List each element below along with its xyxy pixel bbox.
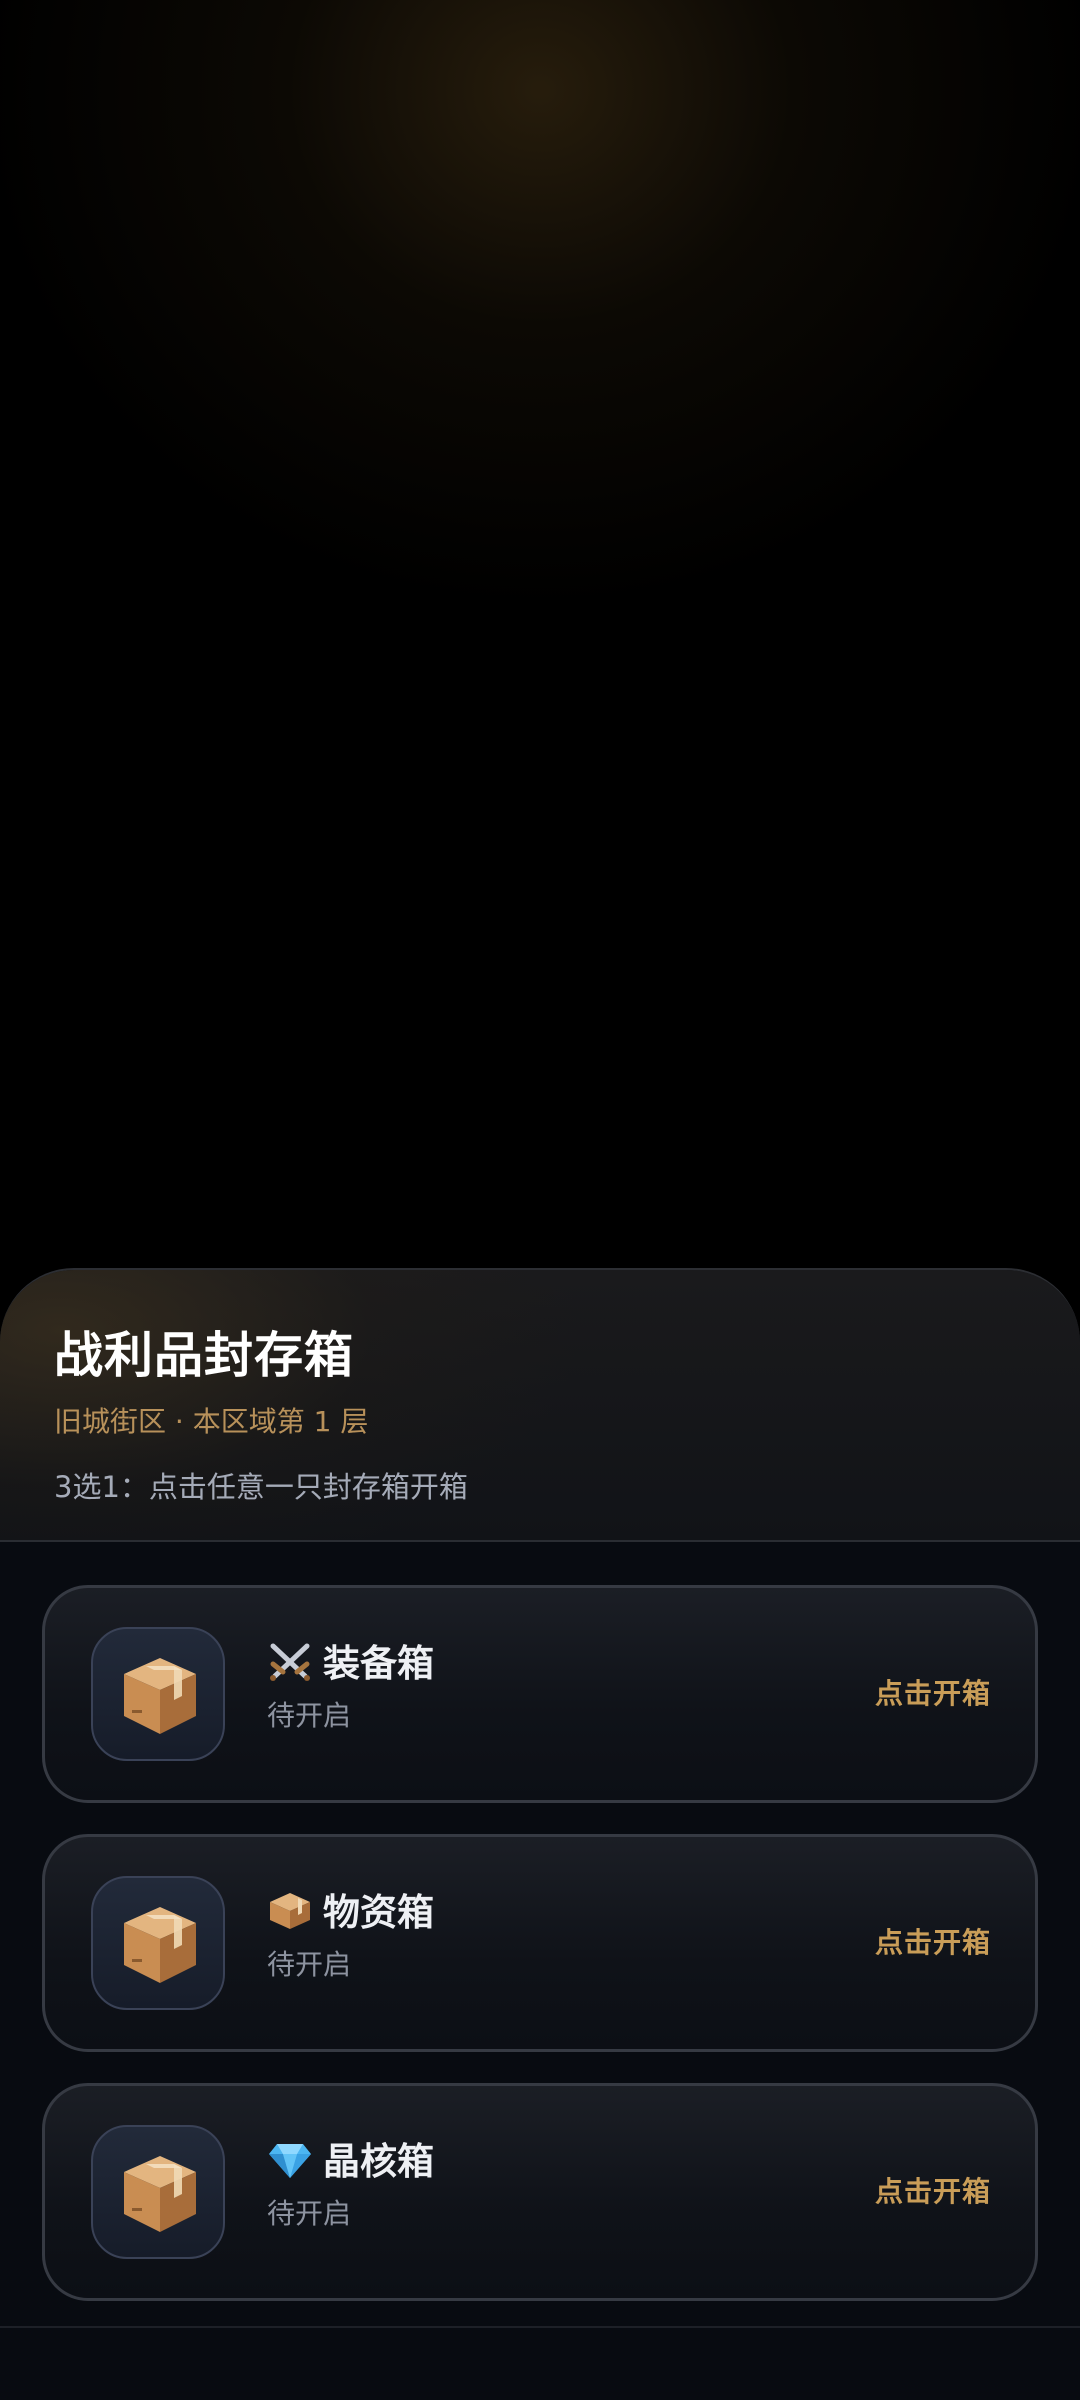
sheet-header: 战利品封存箱 旧城街区 · 本区域第 1 层 3选1：点击任意一只封存箱开箱 [0,1270,1080,1542]
open-box-button[interactable]: 点击开箱 [875,2173,991,2211]
box-icon-tile [91,1876,225,2010]
box-card-text: 装备箱 待开启 [267,1640,434,1734]
box-card-text: 晶核箱 待开启 [267,2138,434,2232]
box-card-text: 物资箱 待开启 [267,1889,434,1983]
box-name-label: 晶核箱 [323,2140,434,2183]
box-name-label: 物资箱 [323,1891,434,1934]
box-name-label: 装备箱 [323,1642,434,1685]
box-card-crystal-core[interactable]: 晶核箱 待开启 点击开箱 [42,2083,1038,2301]
box-name: 物资箱 [267,1889,434,1937]
sheet-footer-divider [0,2326,1080,2328]
box-name: 装备箱 [267,1640,434,1688]
box-list: 装备箱 待开启 点击开箱 物资箱 待开启 点击开箱 晶核箱 待开启 点击开箱 [42,1585,1038,2332]
box-status: 待开启 [267,1699,352,1732]
loot-screen: 战利品封存箱 旧城街区 · 本区域第 1 层 3选1：点击任意一只封存箱开箱 装… [0,0,1080,2400]
choose-hint: 3选1：点击任意一只封存箱开箱 [54,1470,468,1504]
package-icon [124,1658,196,1734]
package-icon [124,1907,196,1983]
open-box-button[interactable]: 点击开箱 [875,1924,991,1962]
box-name: 晶核箱 [267,2138,434,2186]
area-subtitle: 旧城街区 · 本区域第 1 层 [54,1405,369,1438]
box-icon-tile [91,1627,225,1761]
sheet-title: 战利品封存箱 [54,1327,355,1384]
package-icon [270,1893,310,1929]
box-icon-tile [91,2125,225,2259]
box-card-equipment[interactable]: 装备箱 待开启 点击开箱 [42,1585,1038,1803]
open-box-button[interactable]: 点击开箱 [875,1675,991,1713]
crossed-swords-icon [270,1643,310,1681]
gem-icon [269,2144,311,2178]
box-status: 待开启 [267,1948,352,1981]
loot-bottom-sheet: 战利品封存箱 旧城街区 · 本区域第 1 层 3选1：点击任意一只封存箱开箱 装… [0,1268,1080,2400]
box-card-supplies[interactable]: 物资箱 待开启 点击开箱 [42,1834,1038,2052]
box-status: 待开启 [267,2197,352,2230]
package-icon [124,2156,196,2232]
